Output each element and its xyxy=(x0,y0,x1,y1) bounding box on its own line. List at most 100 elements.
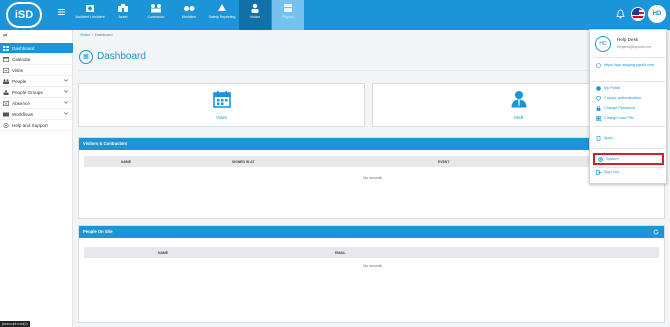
portal-url-text: https://sgc-staging.sgsfid.com xyxy=(604,63,655,67)
module-label: Visitor xyxy=(250,15,260,19)
divider xyxy=(77,70,666,71)
menu-item-sign-out[interactable]: Sign Out xyxy=(596,170,619,175)
sidebar-item-label: People Groups xyxy=(12,89,43,95)
breadcrumb-root[interactable]: Visitor xyxy=(80,33,90,37)
divider xyxy=(593,81,665,82)
user-dropdown-menu: HD Help Desk Helpdesk@ispovtet.com https… xyxy=(589,29,667,184)
menu-item-label: Sign Out xyxy=(604,170,619,174)
column-header-event[interactable]: EVENT xyxy=(438,160,449,164)
portal-icon xyxy=(596,86,601,91)
menu-item-label: System xyxy=(606,156,619,161)
payroll-icon xyxy=(284,4,292,12)
dropdown-avatar: HD xyxy=(595,36,611,52)
mobile-icon xyxy=(596,136,601,141)
refresh-icon[interactable] xyxy=(653,229,659,235)
menu-item-label: Change Password xyxy=(604,106,636,110)
chevron-down-icon xyxy=(64,112,68,115)
sidebar-item-dashboard[interactable]: Dashboard xyxy=(0,43,73,54)
sidebar-item-label: Help and Support xyxy=(12,122,48,128)
page-title: Dashboard xyxy=(97,51,146,62)
menu-item-system[interactable]: System xyxy=(593,153,664,165)
menu-item-label: Apps xyxy=(604,136,613,140)
menu-item-change-pin[interactable]: Change User PIN xyxy=(596,116,634,121)
column-header-email[interactable]: EMAIL xyxy=(335,251,346,255)
sidebar-item-visits[interactable]: Visits xyxy=(0,65,73,76)
calendar-icon xyxy=(3,56,9,62)
visitor-icon xyxy=(251,3,259,13)
empty-state-text: No records xyxy=(363,176,382,180)
lock-icon xyxy=(596,106,601,111)
hamburger-menu-icon[interactable] xyxy=(58,9,65,15)
table-header: NAME EMAIL xyxy=(84,247,659,258)
module-label: Asset xyxy=(118,15,128,19)
divider xyxy=(593,57,665,58)
user-avatar[interactable]: HD xyxy=(648,5,666,23)
pin-sidebar-icon[interactable]: ⇄ xyxy=(3,33,7,39)
sidebar-item-label: Workflows xyxy=(12,111,34,117)
chevron-down-icon xyxy=(64,90,68,93)
shield-icon xyxy=(596,96,601,101)
column-header-signed-in-at[interactable]: SIGNED IN AT xyxy=(232,160,254,164)
sidebar-nav: Dashboard Calendar Visits People People … xyxy=(0,43,73,131)
module-label: Safety Reporting xyxy=(208,15,236,19)
module-accident-incident[interactable]: Accident / Incident xyxy=(74,0,106,30)
main-content: Visitor / Dashboard ▦ Dashboard Visits Sta… xyxy=(73,30,670,327)
sidebar-item-people[interactable]: People xyxy=(0,76,73,87)
menu-item-my-portal[interactable]: My Portal xyxy=(596,86,620,91)
user-email: Helpdesk@ispovtet.com xyxy=(617,45,652,49)
column-header-name[interactable]: NAME xyxy=(121,160,131,164)
column-header-name[interactable]: NAME xyxy=(158,251,168,255)
module-payroll[interactable]: Payroll xyxy=(272,0,304,30)
portal-url-link[interactable]: https://sgc-staging.sgsfid.com xyxy=(596,63,662,68)
module-medicine[interactable]: Medicine xyxy=(173,0,205,30)
visits-icon xyxy=(3,67,9,73)
sidebar-item-workflows[interactable]: Workflows xyxy=(0,109,73,120)
people-groups-icon xyxy=(3,89,9,95)
menu-item-2fa[interactable]: 2 factor authentication xyxy=(596,96,641,101)
staff-icon xyxy=(511,91,526,108)
panel-header: People On Site xyxy=(79,226,664,238)
safety-report-icon xyxy=(218,4,226,11)
sidebar-item-help[interactable]: Help and Support xyxy=(0,120,73,131)
sidebar-item-label: Absence xyxy=(12,100,30,106)
calendar-icon xyxy=(212,91,231,108)
module-contractor[interactable]: Contractor xyxy=(140,0,172,30)
top-navigation-bar: iSD Accident / Incident Asset Contractor… xyxy=(0,0,670,30)
module-label: Accident / Incident xyxy=(75,15,105,19)
dashboard-title-icon: ▦ xyxy=(79,50,93,64)
menu-item-apps[interactable]: Apps xyxy=(596,136,613,141)
chevron-down-icon xyxy=(64,79,68,82)
sidebar-item-label: Visits xyxy=(12,67,23,73)
sidebar-item-people-groups[interactable]: People Groups xyxy=(0,87,73,98)
menu-item-label: My Portal xyxy=(604,86,621,90)
module-label: Medicine xyxy=(181,15,197,19)
language-flag-icon[interactable] xyxy=(631,7,645,21)
workflows-icon xyxy=(3,112,9,116)
menu-item-label: 2 factor authentication xyxy=(604,96,642,100)
breadcrumb: Visitor / Dashboard xyxy=(80,33,113,37)
sidebar-item-calendar[interactable]: Calendar xyxy=(0,54,73,65)
sidebar-item-label: People xyxy=(12,78,27,84)
help-icon xyxy=(3,122,9,128)
first-aid-icon xyxy=(86,5,94,12)
user-name: Help Desk xyxy=(617,37,639,42)
divider xyxy=(593,126,665,127)
empty-state-text: No records xyxy=(363,264,382,268)
absence-icon xyxy=(3,100,9,106)
module-safety-reporting[interactable]: Safety Reporting xyxy=(206,0,238,30)
panel-title: People On Site xyxy=(83,229,113,234)
sidebar-item-absence[interactable]: Absence xyxy=(0,98,73,109)
asset-icon xyxy=(118,4,128,12)
notification-bell-icon[interactable] xyxy=(616,9,625,19)
sidebar-item-label: Calendar xyxy=(12,56,31,62)
app-logo[interactable]: iSD xyxy=(6,2,42,28)
module-label: Payroll xyxy=(282,15,294,19)
module-visitor[interactable]: Visitor xyxy=(239,0,271,30)
table-header: NAME SIGNED IN AT EVENT xyxy=(84,156,661,167)
status-bar-url: javascript:void(0) xyxy=(0,321,30,327)
visits-card[interactable]: Visits xyxy=(78,83,365,127)
gear-icon xyxy=(598,156,603,162)
menu-item-change-password[interactable]: Change Password xyxy=(596,106,635,111)
menu-item-label: Change User PIN xyxy=(604,116,634,120)
module-asset[interactable]: Asset xyxy=(107,0,139,30)
